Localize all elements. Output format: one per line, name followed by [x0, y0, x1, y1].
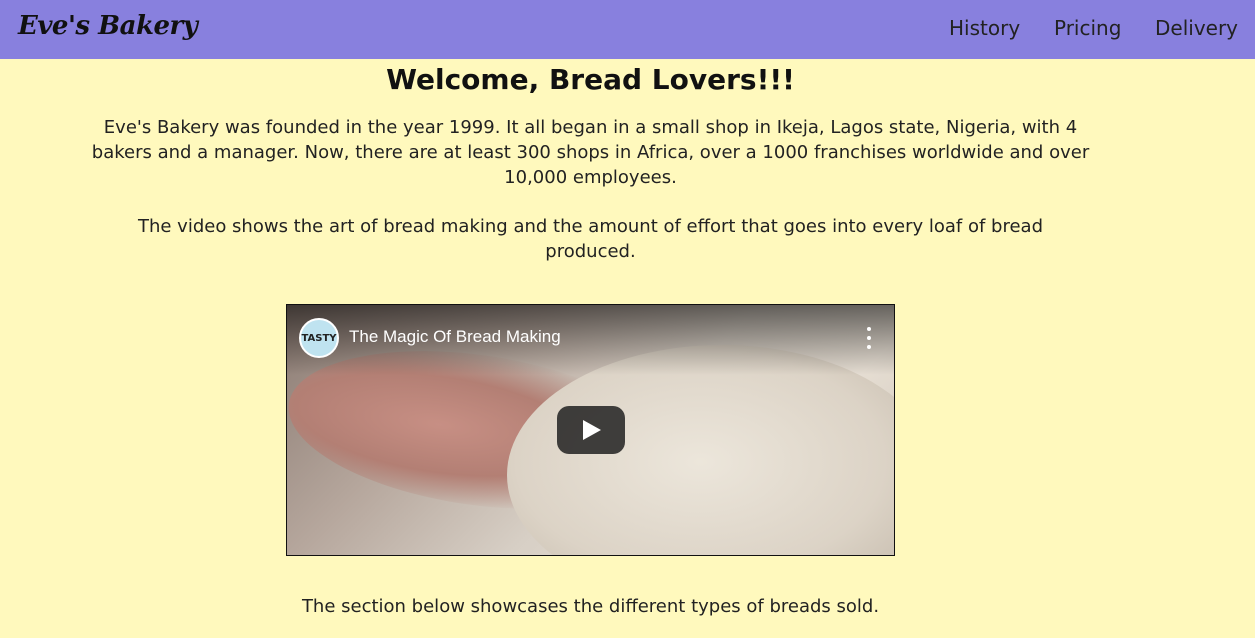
video-title[interactable]: The Magic Of Bread Making: [349, 327, 561, 347]
nav-link-delivery[interactable]: Delivery: [1155, 16, 1238, 40]
nav-link-pricing[interactable]: Pricing: [1054, 16, 1121, 40]
play-icon: [583, 420, 601, 440]
nav-link-history[interactable]: History: [949, 16, 1020, 40]
section-intro: The section below showcases the differen…: [301, 596, 880, 617]
channel-avatar-icon[interactable]: TASTY: [299, 318, 339, 358]
play-button[interactable]: [557, 406, 625, 454]
more-options-icon[interactable]: [866, 327, 872, 349]
site-logo[interactable]: Eve's Bakery: [18, 11, 198, 41]
navbar: Eve's Bakery History Pricing Delivery: [0, 0, 1255, 59]
video-description: The video shows the art of bread making …: [137, 216, 1044, 262]
intro-paragraph: Eve's Bakery was founded in the year 199…: [91, 117, 1090, 188]
embedded-video[interactable]: TASTY The Magic Of Bread Making: [286, 304, 895, 556]
page-heading: Welcome, Bread Lovers!!!: [386, 63, 795, 96]
